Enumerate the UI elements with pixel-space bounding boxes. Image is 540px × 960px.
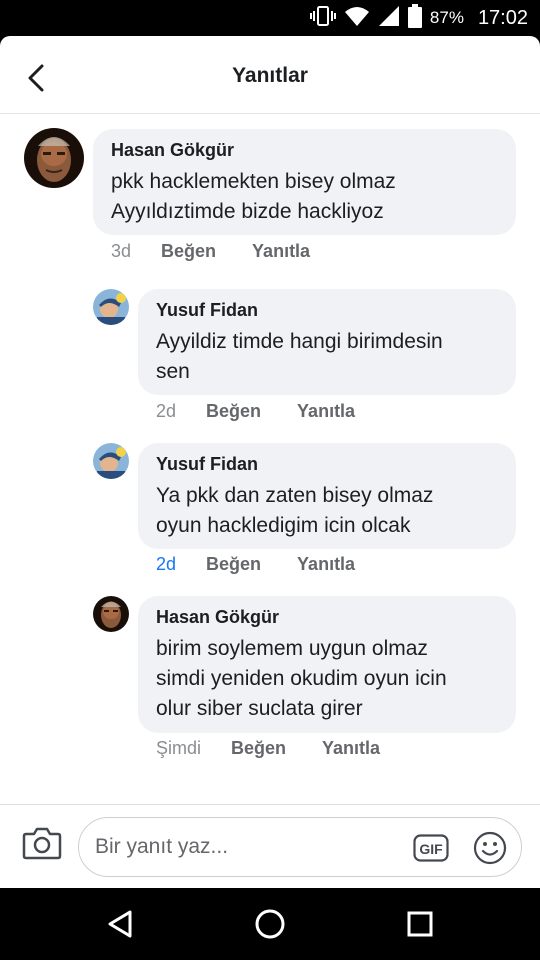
- comment-text-line: birim soylemem uygun olmaz: [156, 637, 428, 660]
- comment-meta: 2d Beğen Yanıtla: [156, 401, 391, 422]
- comment-text-line: pkk hacklemekten bisey olmaz: [111, 170, 396, 193]
- emoji-button[interactable]: [473, 831, 507, 865]
- comment-text-line: Ya pkk dan zaten bisey olmaz: [156, 484, 434, 507]
- reply-button[interactable]: Yanıtla: [297, 401, 355, 422]
- page-title: Yanıtlar: [232, 64, 308, 87]
- comment-text-line: sen: [156, 360, 190, 383]
- reply-input-wrapper: GIF: [78, 817, 522, 877]
- comment-text-line: Ayyildiz timde hangi birimdesin: [156, 330, 443, 353]
- comment-author[interactable]: Hasan Gökgür: [111, 139, 498, 161]
- comment-text-line: simdi yeniden okudim oyun icin: [156, 667, 447, 690]
- emoji-icon: [473, 831, 507, 865]
- camera-icon: [22, 827, 62, 860]
- comment-time: 3d: [111, 241, 132, 261]
- comment-meta: 2d Beğen Yanıtla: [156, 554, 391, 575]
- header: Yanıtlar: [0, 36, 540, 114]
- like-button[interactable]: Beğen: [206, 401, 261, 422]
- reply-button[interactable]: Yanıtla: [252, 241, 310, 262]
- like-button[interactable]: Beğen: [231, 738, 286, 759]
- comment-meta: 3d Beğen Yanıtla: [111, 241, 346, 262]
- system-nav-bar: [0, 888, 540, 960]
- comment-bubble: Hasan Gökgür birim soylemem uygun olmaz …: [138, 596, 516, 733]
- comment-author[interactable]: Hasan Gökgür: [156, 606, 498, 628]
- reply-composer: GIF: [0, 804, 540, 888]
- wifi-icon: [344, 5, 370, 32]
- reply-button[interactable]: Yanıtla: [297, 554, 355, 575]
- comment-bubble: Yusuf Fidan Ayyildiz timde hangi birimde…: [138, 289, 516, 395]
- gif-button[interactable]: GIF: [413, 834, 449, 862]
- reply-button[interactable]: Yanıtla: [322, 738, 380, 759]
- status-bar: 87% 17:02: [0, 0, 540, 36]
- avatar[interactable]: [93, 443, 129, 479]
- recents-square-icon: [407, 911, 433, 937]
- home-circle-icon: [255, 909, 285, 939]
- comment-text-line: oyun hackledigim icin olcak: [156, 514, 411, 537]
- comment-text-line: Ayyıldıztimde bizde hackliyoz: [111, 200, 384, 223]
- like-button[interactable]: Beğen: [161, 241, 216, 262]
- signal-icon: [378, 5, 400, 32]
- comment-meta: Şimdi Beğen Yanıtla: [156, 738, 416, 759]
- battery-percent: 87%: [429, 8, 464, 27]
- comment-bubble: Hasan Gökgür pkk hacklemekten bisey olma…: [93, 129, 516, 235]
- nav-home-button[interactable]: [252, 906, 288, 942]
- comment-time[interactable]: 2d: [156, 554, 176, 575]
- comment-author[interactable]: Yusuf Fidan: [156, 299, 498, 321]
- comment-time: 2d: [156, 401, 177, 421]
- avatar[interactable]: [93, 289, 129, 325]
- reply-input[interactable]: [95, 818, 395, 876]
- vibrate-icon: [309, 5, 336, 32]
- avatar[interactable]: [24, 128, 84, 188]
- comment-bubble: Yusuf Fidan Ya pkk dan zaten bisey olmaz…: [138, 443, 516, 549]
- comment-time: Şimdi: [156, 738, 202, 758]
- gif-icon: GIF: [419, 841, 443, 857]
- nav-back-button[interactable]: [102, 906, 138, 942]
- comment-text-line: olur siber suclata girer: [156, 697, 363, 720]
- battery-icon: [407, 3, 422, 33]
- avatar[interactable]: [93, 596, 129, 632]
- nav-recents-button[interactable]: [402, 906, 438, 942]
- back-triangle-icon: [108, 910, 132, 938]
- app-window: Yanıtlar Hasan Gökgür pkk hacklemekten b…: [0, 36, 540, 888]
- comment-author[interactable]: Yusuf Fidan: [156, 453, 498, 475]
- like-button[interactable]: Beğen: [206, 554, 261, 575]
- camera-button[interactable]: [22, 825, 62, 861]
- status-time: 17:02: [477, 6, 528, 29]
